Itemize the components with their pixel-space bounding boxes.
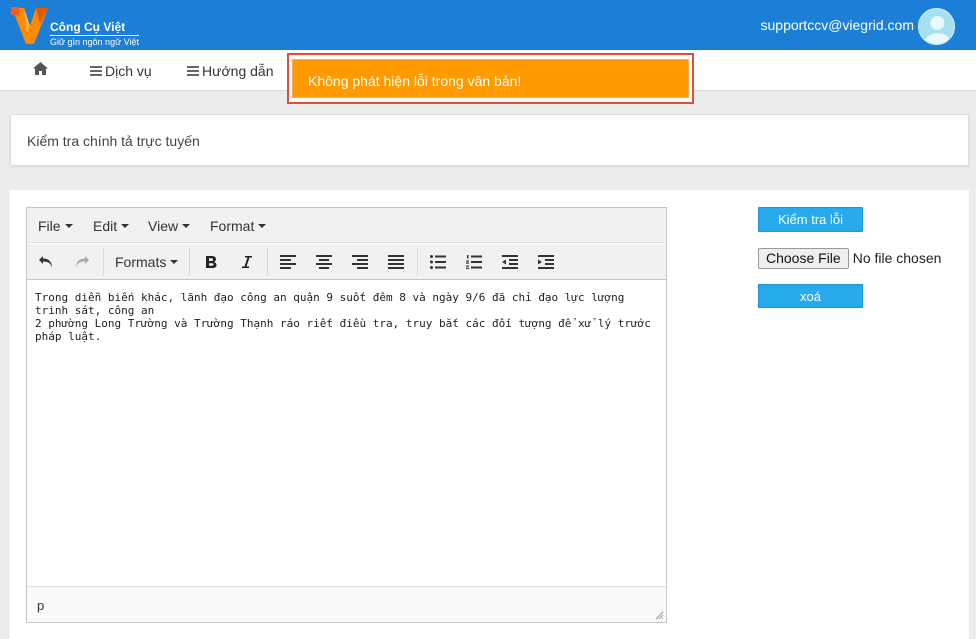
- toolbar-divider: [417, 248, 418, 276]
- numbered-list-icon: [466, 255, 482, 269]
- editor-content[interactable]: Trong diễn biến khác, lãnh đạo công an q…: [35, 291, 663, 343]
- menu-lines-icon: [187, 66, 199, 76]
- bullet-list-button[interactable]: [424, 249, 452, 275]
- nav-guide[interactable]: Hướng dẫn: [187, 63, 273, 79]
- toolbar-divider: [189, 248, 190, 276]
- caret-down-icon: [182, 224, 191, 228]
- menu-lines-icon: [90, 66, 102, 76]
- editor-menubar: File Edit View Format: [27, 208, 666, 243]
- logo-subtitle: Giữ gìn ngôn ngữ Việt: [50, 35, 139, 47]
- undo-icon: [39, 256, 52, 268]
- align-justify-button[interactable]: [382, 249, 410, 275]
- logo-mark-icon: [11, 7, 48, 44]
- menu-edit-label: Edit: [93, 218, 118, 234]
- logo-title: Công Cụ Việt: [50, 20, 126, 34]
- caret-down-icon: [258, 224, 267, 228]
- top-header: Công Cụ Việt Giữ gìn ngôn ngữ Việt suppo…: [0, 0, 976, 50]
- italic-icon: [242, 256, 252, 268]
- numbered-list-button[interactable]: [460, 249, 488, 275]
- caret-down-icon: [170, 260, 179, 264]
- caret-down-icon: [64, 224, 73, 228]
- bullet-list-icon: [430, 255, 446, 269]
- bold-icon: [206, 256, 217, 268]
- formats-label: Formats: [115, 254, 167, 270]
- align-center-icon: [316, 255, 332, 269]
- file-input: Choose File No file chosen: [758, 247, 941, 269]
- formats-dropdown[interactable]: Formats: [115, 254, 179, 270]
- user-email[interactable]: supportccv@viegrid.com: [761, 17, 915, 33]
- outdent-icon: [502, 255, 518, 269]
- align-justify-icon: [388, 255, 404, 269]
- menu-file[interactable]: File: [38, 218, 73, 234]
- check-errors-button[interactable]: Kiểm tra lỗi: [758, 207, 863, 232]
- redo-icon: [76, 256, 89, 268]
- redo-button[interactable]: [68, 249, 96, 275]
- menu-file-label: File: [38, 218, 61, 234]
- home-icon: [33, 62, 48, 75]
- toast-highlight: Không phát hiện lỗi trong văn bản!: [287, 53, 694, 104]
- resize-handle-icon[interactable]: [654, 610, 664, 620]
- rich-text-editor: File Edit View Format Formats Trong diễn…: [26, 207, 667, 623]
- user-avatar-icon: [924, 16, 951, 44]
- menu-view[interactable]: View: [148, 218, 191, 234]
- nav-services-label: Dịch vụ: [105, 63, 152, 79]
- menu-edit[interactable]: Edit: [93, 218, 130, 234]
- indent-icon: [538, 255, 554, 269]
- italic-button[interactable]: [233, 249, 261, 275]
- align-left-icon: [280, 255, 296, 269]
- menu-format[interactable]: Format: [210, 218, 267, 234]
- align-right-button[interactable]: [346, 249, 374, 275]
- undo-button[interactable]: [32, 249, 60, 275]
- align-right-icon: [352, 255, 368, 269]
- content-line: Trong diễn biến khác, lãnh đạo công an q…: [35, 291, 625, 317]
- nav-home[interactable]: [33, 62, 48, 75]
- toolbar-divider: [267, 248, 268, 276]
- editor-statusbar: p: [27, 586, 666, 622]
- nav-services[interactable]: Dịch vụ: [90, 63, 152, 79]
- editor-toolbar: Formats: [27, 244, 666, 280]
- page-title: Kiểm tra chính tả trực tuyến: [27, 133, 200, 149]
- nav-guide-label: Hướng dẫn: [202, 63, 274, 79]
- logo[interactable]: Công Cụ Việt Giữ gìn ngôn ngữ Việt: [10, 4, 150, 48]
- bold-button[interactable]: [197, 249, 225, 275]
- menu-view-label: View: [148, 218, 179, 234]
- caret-down-icon: [121, 224, 130, 228]
- file-status: No file chosen: [852, 250, 942, 266]
- element-path[interactable]: p: [37, 598, 44, 613]
- clear-button[interactable]: xoá: [758, 284, 863, 308]
- page-title-panel: Kiểm tra chính tả trực tuyến: [10, 114, 969, 166]
- outdent-button[interactable]: [496, 249, 524, 275]
- toolbar-divider: [103, 248, 104, 276]
- avatar[interactable]: [918, 8, 955, 45]
- menu-format-label: Format: [210, 218, 255, 234]
- align-left-button[interactable]: [274, 249, 302, 275]
- toast-message: Không phát hiện lỗi trong văn bản!: [292, 59, 689, 98]
- content-line: 2 phường Long Trường và Trường Thạnh ráo…: [35, 317, 651, 343]
- choose-file-button[interactable]: Choose File: [758, 247, 849, 269]
- align-center-button[interactable]: [310, 249, 338, 275]
- indent-button[interactable]: [532, 249, 560, 275]
